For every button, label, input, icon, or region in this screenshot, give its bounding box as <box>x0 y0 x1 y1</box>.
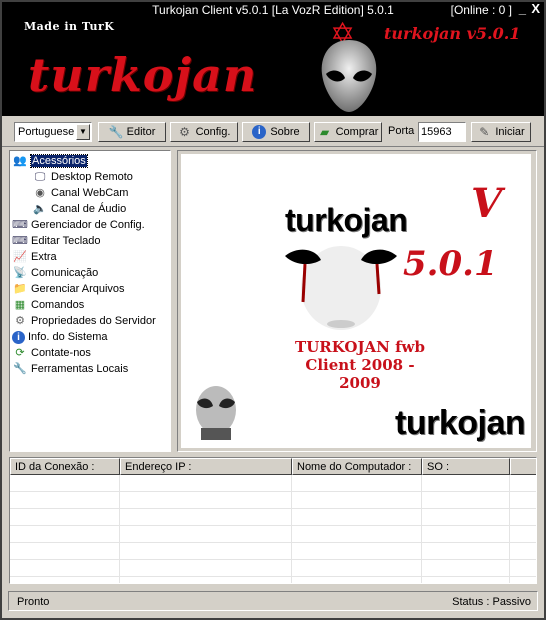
chevron-down-icon[interactable]: ▼ <box>76 124 90 140</box>
tree-item-label: Propriedades do Servidor <box>31 315 156 327</box>
table-row <box>10 492 536 509</box>
status-text: Pronto <box>17 596 50 608</box>
port-input[interactable]: 15963 <box>418 122 466 142</box>
status-mode: Status : Passivo <box>452 596 531 608</box>
banner-title-bottom: turkojan <box>395 404 526 442</box>
column-header-computer-name[interactable]: Nome do Computador : <box>292 458 422 475</box>
tree-item-label: Canal WebCam <box>51 187 129 199</box>
tree-item-propriedades-servidor[interactable]: ⚙ Propriedades do Servidor <box>12 313 156 329</box>
close-button[interactable]: X <box>531 1 540 16</box>
users-icon: 👥 <box>13 155 27 167</box>
webcam-icon: ◉ <box>35 187 45 199</box>
tree-item-ferramentas-locais[interactable]: 🔧 Ferramentas Locais <box>12 361 128 377</box>
chart-icon: 📈 <box>13 251 27 263</box>
tree-item-canal-webcam[interactable]: ◉ Canal WebCam <box>32 185 128 201</box>
tree-item-label: Info. do Sistema <box>28 331 108 343</box>
tree-item-label: Comunicação <box>31 267 99 279</box>
tree-item-gerenciador-config[interactable]: ⌨ Gerenciador de Config. <box>12 217 145 233</box>
banner-subtitle: TURKOJAN fwb Client 2008 - 2009 <box>285 338 435 392</box>
info-icon: i <box>252 125 267 139</box>
language-value: Portuguese <box>18 126 75 138</box>
tree-item-info-sistema[interactable]: i Info. do Sistema <box>12 329 108 345</box>
banner-v-letter: V <box>471 180 503 227</box>
tree-item-contate-nos[interactable]: ⟳ Contate-nos <box>12 345 91 361</box>
table-row <box>10 509 536 526</box>
table-row <box>10 543 536 560</box>
feature-tree: 👥 Acessórios 🖵 Desktop Remoto ◉ Canal We… <box>9 150 171 452</box>
about-button-label: Sobre <box>270 126 300 138</box>
gear-icon: ⚙ <box>15 315 25 327</box>
tree-item-comandos[interactable]: ▦ Comandos <box>12 297 84 313</box>
about-button[interactable]: i Sobre <box>242 122 310 142</box>
alien-head-icon <box>321 40 377 112</box>
plug-icon: ✎ <box>479 125 490 139</box>
buy-button-label: Comprar <box>335 126 379 138</box>
keyboard-icon: ⌨ <box>12 219 28 231</box>
column-header-connection-id[interactable]: ID da Conexão : <box>10 458 120 475</box>
editor-button[interactable]: 🔧 Editor <box>98 122 166 142</box>
config-button-label: Config. <box>195 126 231 138</box>
buy-button[interactable]: ▰ Comprar <box>314 122 382 142</box>
online-count: [Online : 0 ] <box>450 3 512 17</box>
gear-icon: ⚙ <box>179 125 190 139</box>
tree-item-label: Gerenciar Arquivos <box>31 283 125 295</box>
column-header-filler <box>510 458 536 475</box>
port-label: Porta <box>388 125 415 137</box>
banner-title-top: turkojan <box>285 202 408 238</box>
minimize-button[interactable]: _ <box>519 1 526 16</box>
status-bar: Pronto Status : Passivo <box>8 591 538 611</box>
refresh-icon: ⟳ <box>15 347 25 359</box>
monitor-icon: 🖵 <box>34 171 46 183</box>
tree-item-label: Gerenciador de Config. <box>31 219 145 231</box>
tree-item-label: Acessórios <box>30 154 88 168</box>
tree-item-canal-audio[interactable]: 🔈 Canal de Áudio <box>32 201 126 217</box>
app-header: Turkojan Client v5.0.1 [La VozR Edition]… <box>0 0 546 116</box>
table-header: ID da Conexão : Endereço IP : Nome do Co… <box>10 458 536 475</box>
editor-button-label: Editor <box>126 126 156 138</box>
tree-item-label: Extra <box>31 251 57 263</box>
table-row <box>10 475 536 492</box>
banner-line2: Client 2008 - 2009 <box>305 356 415 392</box>
tree-item-desktop-remoto[interactable]: 🖵 Desktop Remoto <box>32 169 133 185</box>
tree-item-label: Editar Teclado <box>31 235 101 247</box>
tree-item-label: Comandos <box>31 299 85 311</box>
tools-icon: 🔧 <box>13 363 27 375</box>
alien-face-icon <box>285 246 397 330</box>
banner-version: 5.0.1 <box>403 244 498 284</box>
language-select[interactable]: Portuguese ▼ <box>14 122 92 142</box>
tree-item-extra[interactable]: 📈 Extra <box>12 249 57 265</box>
column-header-ip[interactable]: Endereço IP : <box>120 458 292 475</box>
alien-small-icon <box>196 386 236 440</box>
config-button[interactable]: ⚙ Config. <box>170 122 238 142</box>
logo-version-text: turkojan v5.0.1 <box>384 24 521 43</box>
info-icon: i <box>12 330 25 344</box>
start-button[interactable]: ✎ Iniciar <box>471 122 531 142</box>
tree-item-label: Desktop Remoto <box>51 171 133 183</box>
speaker-icon: 🔈 <box>33 203 47 215</box>
network-icon: ▦ <box>14 299 26 311</box>
column-header-os[interactable]: SO : <box>422 458 510 475</box>
table-row <box>10 560 536 577</box>
tree-item-label: Canal de Áudio <box>51 203 127 215</box>
tree-item-gerenciar-arquivos[interactable]: 📁 Gerenciar Arquivos <box>12 281 125 297</box>
toolbar: Portuguese ▼ 🔧 Editor ⚙ Config. i Sobre … <box>0 116 546 147</box>
tree-item-label: Ferramentas Locais <box>31 363 129 375</box>
keyboard-icon: ⌨ <box>12 235 28 247</box>
connections-table[interactable]: ID da Conexão : Endereço IP : Nome do Co… <box>9 457 537 584</box>
tree-item-label: Contate-nos <box>31 347 91 359</box>
cash-icon: ▰ <box>319 125 330 139</box>
start-button-label: Iniciar <box>495 126 525 138</box>
banner-image: turkojan V 5.0.1 TURKOJAN fwb Client 200… <box>181 154 531 448</box>
tree-item-comunicacao[interactable]: 📡 Comunicação <box>12 265 98 281</box>
logo-text: turkojan <box>28 48 258 102</box>
banner-panel: turkojan V 5.0.1 TURKOJAN fwb Client 200… <box>177 150 537 452</box>
made-in-label: Made in TurK <box>24 20 115 33</box>
tree-item-acessorios[interactable]: 👥 Acessórios <box>12 153 88 169</box>
table-row <box>10 526 536 543</box>
folder-icon: 📁 <box>13 283 27 295</box>
wrench-icon: 🔧 <box>108 125 124 139</box>
antenna-icon: 📡 <box>13 267 27 279</box>
tree-item-editar-teclado[interactable]: ⌨ Editar Teclado <box>12 233 101 249</box>
banner-line1: TURKOJAN fwb <box>295 338 425 356</box>
